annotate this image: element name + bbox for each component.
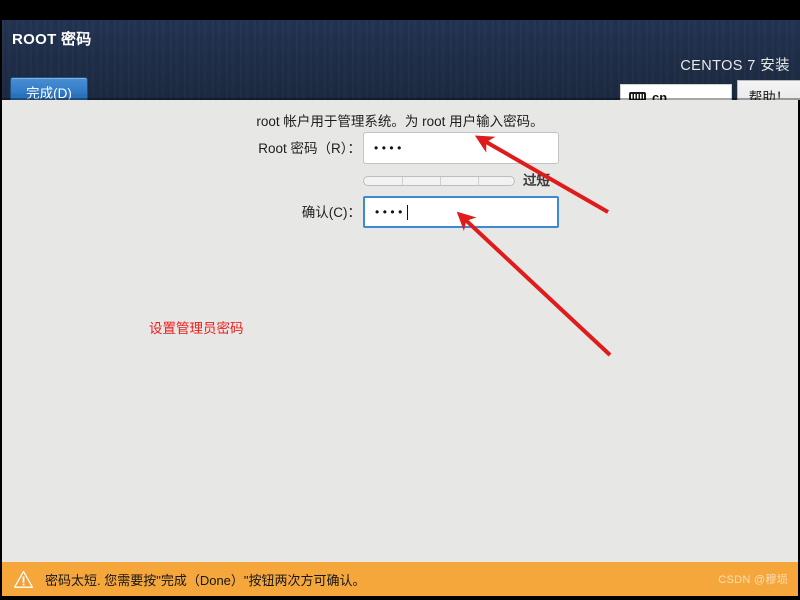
keyboard-layout-indicator[interactable]: cn xyxy=(620,84,732,100)
watermark: CSDN @穆埙 xyxy=(718,574,788,586)
confirm-password-input[interactable]: •••• xyxy=(363,196,559,228)
warning-bar: 密码太短. 您需要按"完成（Done）"按钮两次方可确认。 CSDN @穆埙 xyxy=(2,562,798,596)
form-description: root 帐户用于管理系统。为 root 用户输入密码。 xyxy=(256,114,544,129)
keyboard-icon xyxy=(629,91,646,100)
keyboard-layout-label: cn xyxy=(652,90,668,100)
confirm-field-label: 确认(C)： xyxy=(301,205,361,220)
confirm-masked-value: •••• xyxy=(375,205,406,219)
password-input[interactable]: •••• xyxy=(363,132,559,164)
password-field-row: Root 密码（R）： •••• xyxy=(2,132,798,166)
password-field-label: Root 密码（R）： xyxy=(258,141,361,156)
password-strength-row: 过短 xyxy=(2,172,798,192)
annotation-note: 设置管理员密码 xyxy=(149,321,244,336)
help-button[interactable]: 帮助！ xyxy=(737,80,800,100)
password-masked-value: •••• xyxy=(374,141,405,155)
warning-triangle-icon xyxy=(13,570,34,588)
warning-message: 密码太短. 您需要按"完成（Done）"按钮两次方可确认。 xyxy=(45,572,366,588)
text-caret xyxy=(406,204,408,220)
confirm-field-row: 确认(C)： •••• xyxy=(2,196,798,230)
installer-header: ROOT 密码 完成(D) CENTOS 7 安装 cn 帮助！ xyxy=(2,20,800,100)
done-button[interactable]: 完成(D) xyxy=(10,77,88,100)
page-title: ROOT 密码 xyxy=(12,31,92,48)
password-strength-bar xyxy=(363,176,515,186)
password-strength-label: 过短 xyxy=(523,173,550,188)
installer-screen: ROOT 密码 完成(D) CENTOS 7 安装 cn 帮助！ root 帐户… xyxy=(0,0,800,600)
content-area: root 帐户用于管理系统。为 root 用户输入密码。 Root 密码（R）：… xyxy=(2,100,798,562)
product-title: CENTOS 7 安装 xyxy=(680,58,790,74)
